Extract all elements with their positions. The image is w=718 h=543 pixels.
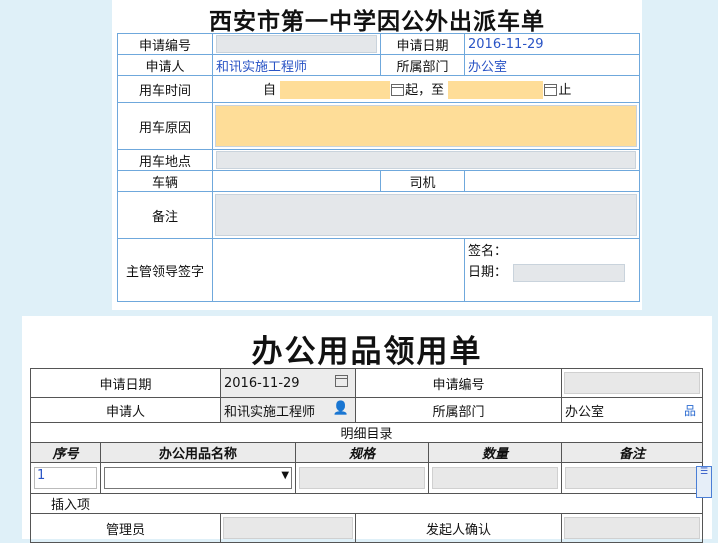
remark-field[interactable]: [212, 191, 640, 239]
app-date-value: 2016-11-29: [464, 33, 640, 55]
department-label: 所属部门: [380, 54, 465, 76]
sign-label: 签名：: [468, 244, 508, 259]
location-label: 用车地点: [117, 149, 213, 171]
dropdown-arrow-icon[interactable]: [104, 467, 293, 489]
col-remark: 备注: [561, 442, 704, 463]
spec-input[interactable]: [295, 462, 430, 494]
initiator-confirm-label: 发起人确认: [355, 513, 563, 543]
reason-field[interactable]: [212, 102, 640, 150]
office-form-title: 办公用品领用单: [251, 334, 483, 370]
office-department-field[interactable]: 办公室 品: [561, 397, 704, 423]
manager-field[interactable]: [220, 513, 357, 543]
sign-date-input[interactable]: [513, 263, 626, 282]
user-icon[interactable]: 👤: [333, 401, 349, 416]
from-label: 自: [263, 82, 277, 98]
col-index: 序号: [30, 442, 101, 463]
car-form-table: 申请编号 申请日期 2016-11-29 申请人 和讯实施工程师 所属部门 办公…: [117, 33, 640, 302]
side-tab-icon[interactable]: ☰: [696, 466, 712, 498]
office-supply-form: 办公用品领用单 申请日期 2016-11-29 申请编号 申请人 和讯实施工程师…: [22, 316, 712, 543]
quantity-input[interactable]: [428, 462, 563, 494]
car-form-title: 西安市第一中学因公外出派车单: [209, 8, 545, 35]
office-app-date-field[interactable]: 2016-11-29: [220, 368, 357, 398]
department-value: 办公室: [464, 54, 640, 76]
col-item-name: 办公用品名称: [99, 442, 297, 463]
office-form-table: 申请日期 2016-11-29 申请编号 申请人 和讯实施工程师 👤 所属部门 …: [29, 368, 704, 543]
reason-label: 用车原因: [117, 102, 213, 150]
office-app-no-label: 申请编号: [355, 368, 563, 398]
app-date-label: 申请日期: [380, 33, 465, 55]
app-no-label: 申请编号: [117, 33, 213, 55]
office-app-no-field[interactable]: [561, 368, 704, 398]
car-time-label: 用车时间: [117, 75, 213, 103]
col-spec: 规格: [295, 442, 430, 463]
office-department-label: 所属部门: [355, 397, 563, 423]
remark-label: 备注: [117, 191, 213, 239]
row-index-cell[interactable]: 1: [30, 462, 101, 494]
driver-field[interactable]: [464, 170, 640, 192]
manager-label: 管理员: [29, 513, 222, 543]
item-name-select[interactable]: [99, 462, 297, 494]
sign-date-row: 日期：: [468, 262, 636, 283]
location-field[interactable]: [212, 149, 640, 171]
office-applicant-field[interactable]: 和讯实施工程师 👤: [220, 397, 357, 423]
office-department-value: 办公室: [565, 404, 605, 420]
office-app-date-value: 2016-11-29: [224, 375, 300, 391]
date-label: 日期：: [468, 265, 508, 280]
applicant-value: 和讯实施工程师: [212, 54, 381, 76]
calendar-icon[interactable]: [391, 84, 405, 97]
calendar-icon[interactable]: [335, 375, 349, 387]
office-applicant-value: 和讯实施工程师: [224, 404, 316, 420]
insert-row-button[interactable]: 插入项: [29, 493, 704, 514]
driver-label: 司机: [380, 170, 465, 192]
row-remark-input[interactable]: [561, 462, 704, 494]
vehicle-field[interactable]: [212, 170, 381, 192]
detail-columns: 序号 办公用品名称 规格 数量 备注: [30, 442, 704, 463]
leader-sign-field[interactable]: [212, 238, 465, 302]
app-no-field[interactable]: [212, 33, 381, 55]
car-dispatch-form: 西安市第一中学因公外出派车单 申请编号 申请日期 2016-11-29 申请人 …: [112, 0, 642, 310]
start-time-input[interactable]: [280, 81, 391, 100]
table-row: 1: [30, 462, 704, 494]
detail-header: 明细目录: [29, 422, 704, 443]
leader-sign-label: 主管领导签字: [117, 238, 213, 302]
end-time-input[interactable]: [448, 81, 544, 100]
row-index-value: 1: [34, 467, 97, 489]
initiator-confirm-field[interactable]: [561, 513, 704, 543]
col-quantity: 数量: [428, 442, 563, 463]
org-tree-icon[interactable]: 品: [684, 402, 696, 419]
office-app-date-label: 申请日期: [29, 368, 222, 398]
to-label: 起，至: [405, 82, 445, 98]
calendar-icon[interactable]: [544, 84, 558, 97]
office-applicant-label: 申请人: [29, 397, 222, 423]
vehicle-label: 车辆: [117, 170, 213, 192]
end-label: 止: [558, 82, 572, 98]
applicant-label: 申请人: [117, 54, 213, 76]
sign-block: 签名： 日期：: [464, 238, 640, 302]
car-time-range: 自 起，至 止: [212, 75, 640, 103]
